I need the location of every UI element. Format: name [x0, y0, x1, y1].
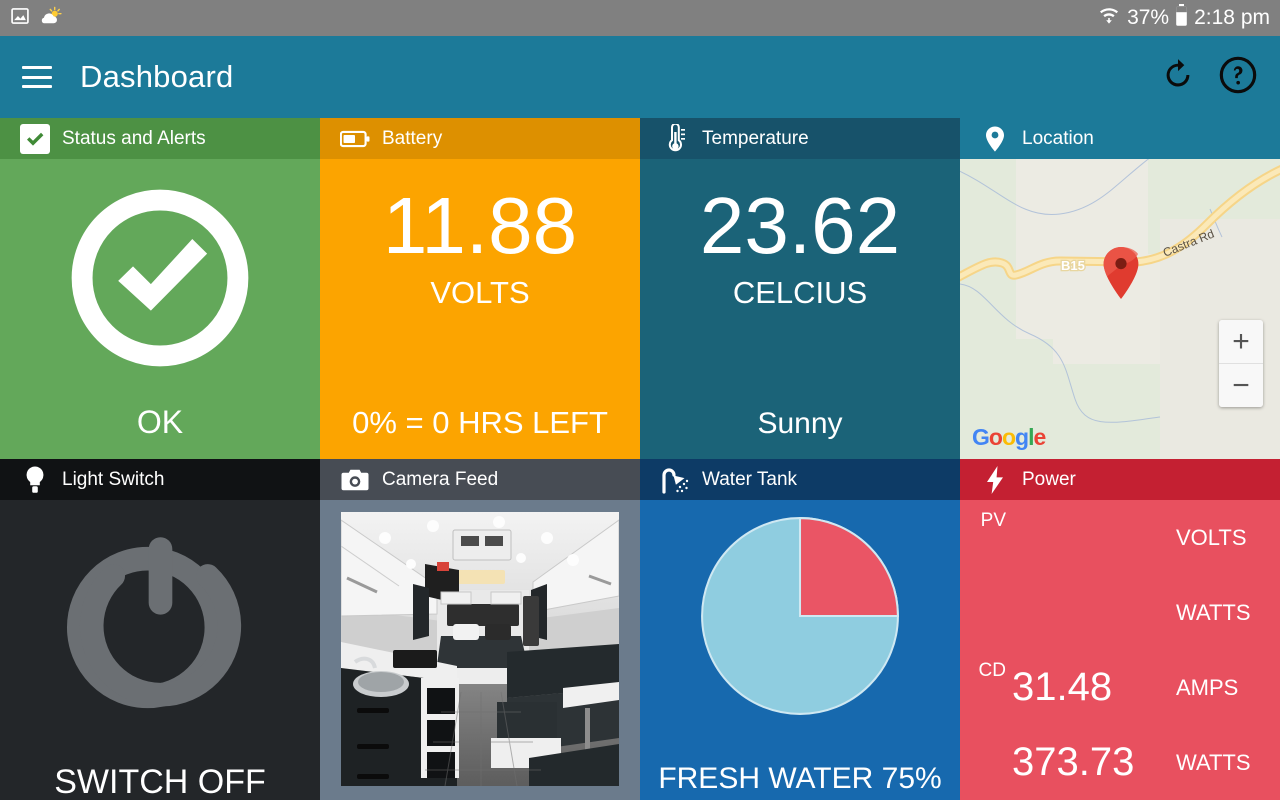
dashboard-screen: 37% 2:18 pm Dashboard Status and Alerts …	[0, 0, 1280, 800]
tile-body-water-tank: FRESH WATER 75%	[640, 500, 960, 800]
dashboard-tile-grid: Status and Alerts OK Battery 11.88 VOLTS…	[0, 118, 1280, 800]
tile-location[interactable]: Location B15 Castra Rd + − Google	[960, 118, 1280, 459]
weather-condition-label: Sunny	[757, 407, 843, 440]
tile-header-label: Temperature	[702, 127, 809, 149]
water-tank-value: FRESH WATER 75%	[658, 762, 942, 795]
tile-light-switch[interactable]: Light Switch SWITCH OFF	[0, 459, 320, 800]
tile-header-label: Power	[1022, 468, 1076, 490]
tile-power[interactable]: Power PV VOLTS WATTS CD 31.48 AMPS 373.7…	[960, 459, 1280, 800]
app-bar: Dashboard	[0, 36, 1280, 118]
power-row-tag: CD	[978, 660, 1006, 681]
map-canvas[interactable]: B15 Castra Rd + − Google	[960, 159, 1280, 459]
tile-body-status: OK	[0, 159, 320, 459]
tile-body-battery: 11.88 VOLTS 0% = 0 HRS LEFT	[320, 159, 640, 459]
tile-header-label: Location	[1022, 127, 1094, 149]
google-logo-letter: e	[1033, 424, 1046, 450]
temperature-unit: CELCIUS	[732, 275, 868, 310]
water-level-pie-chart	[698, 514, 902, 723]
thermometer-icon	[660, 123, 690, 154]
tile-header-label: Battery	[382, 127, 443, 149]
lightning-bolt-icon	[980, 465, 1010, 495]
power-row-value: 373.73	[1012, 740, 1135, 784]
temperature-value: 23.62	[699, 181, 901, 270]
power-row-value: 31.48	[1012, 665, 1113, 709]
lightbulb-icon	[20, 465, 50, 495]
power-icon[interactable]	[53, 520, 268, 740]
tile-body-temperature: 23.62 CELCIUS Sunny	[640, 159, 960, 459]
status-bar-right-cluster: 37% 2:18 pm	[1097, 3, 1270, 33]
wifi-icon	[1097, 4, 1121, 32]
tile-camera-feed[interactable]: Camera Feed	[320, 459, 640, 800]
tile-battery[interactable]: Battery 11.88 VOLTS 0% = 0 HRS LEFT	[320, 118, 640, 459]
clock-label: 2:18 pm	[1194, 6, 1270, 29]
tile-header-label: Light Switch	[62, 468, 165, 490]
tile-header-location: Location	[960, 118, 1280, 159]
tile-status-and-alerts[interactable]: Status and Alerts OK	[0, 118, 320, 459]
battery-icon	[1175, 3, 1188, 33]
power-row-unit: VOLTS	[1176, 524, 1247, 550]
map-zoom-controls[interactable]: + −	[1219, 320, 1263, 407]
status-value: OK	[136, 404, 184, 440]
light-switch-state-label: SWITCH OFF	[54, 763, 266, 800]
tile-header-label: Water Tank	[702, 468, 798, 490]
battery-voltage-value: 11.88	[382, 181, 578, 270]
refresh-icon[interactable]	[1160, 57, 1196, 98]
tile-header-battery: Battery	[320, 118, 640, 159]
android-status-bar: 37% 2:18 pm	[0, 0, 1280, 36]
battery-icon	[340, 124, 370, 154]
page-title: Dashboard	[80, 59, 234, 94]
tile-header-light-switch: Light Switch	[0, 459, 320, 500]
map-pin-icon	[980, 124, 1010, 154]
google-logo: Google	[972, 424, 1046, 451]
weather-partly-sunny-icon	[38, 6, 62, 31]
map-road-label-1: B15	[1061, 258, 1085, 273]
tile-water-tank[interactable]: Water Tank FRESH WATER 75%	[640, 459, 960, 800]
google-logo-letter: g	[1015, 424, 1029, 450]
screenshot-icon	[10, 6, 30, 31]
google-logo-letter: o	[1001, 424, 1016, 450]
app-bar-actions	[1160, 55, 1258, 100]
google-logo-letter: o	[988, 424, 1003, 450]
power-readings-table: PV VOLTS WATTS CD 31.48 AMPS 373.73 WATT…	[960, 500, 1280, 800]
hamburger-menu-icon[interactable]	[22, 66, 52, 88]
battery-runtime-label: 0% = 0 HRS LEFT	[352, 405, 608, 440]
power-row-unit: AMPS	[1176, 674, 1239, 700]
checkbox-checked-icon	[20, 123, 50, 154]
tile-body-camera-feed	[320, 500, 640, 800]
tile-header-label: Camera Feed	[382, 468, 499, 490]
tile-header-water-tank: Water Tank	[640, 459, 960, 500]
tile-header-power: Power	[960, 459, 1280, 500]
caravan-interior-photo	[340, 512, 620, 787]
power-row-unit: WATTS	[1176, 599, 1251, 625]
tile-header-label: Status and Alerts	[62, 127, 206, 149]
camera-icon	[340, 465, 370, 495]
tile-temperature[interactable]: Temperature 23.62 CELCIUS Sunny	[640, 118, 960, 459]
power-row-unit: WATTS	[1176, 749, 1251, 775]
tile-header-status: Status and Alerts	[0, 118, 320, 159]
tile-body-light-switch: SWITCH OFF	[0, 500, 320, 800]
tile-header-temperature: Temperature	[640, 118, 960, 159]
map-zoom-in-button[interactable]: +	[1219, 320, 1263, 363]
google-logo-letter: G	[972, 424, 990, 450]
tile-body-power: PV VOLTS WATTS CD 31.48 AMPS 373.73 WATT…	[960, 500, 1280, 800]
tile-header-camera-feed: Camera Feed	[320, 459, 640, 500]
help-icon[interactable]	[1218, 55, 1258, 100]
power-row-tag: PV	[980, 510, 1006, 531]
shower-icon	[660, 465, 690, 495]
check-circle-icon	[65, 183, 255, 378]
status-bar-left-icons	[10, 6, 62, 31]
battery-percent-label: 37%	[1127, 6, 1170, 29]
map-zoom-out-button[interactable]: −	[1219, 364, 1263, 407]
battery-voltage-unit: VOLTS	[430, 275, 530, 310]
